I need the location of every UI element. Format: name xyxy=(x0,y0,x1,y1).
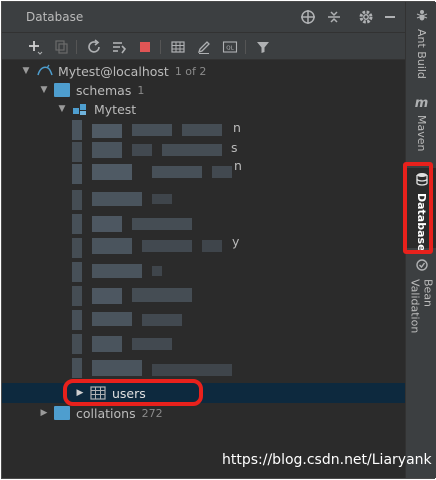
tool-window-strip: Ant Build m Maven Database Bean Validati… xyxy=(403,2,436,478)
side-tab-label: Bean Validation xyxy=(408,279,435,334)
collations-label: collations xyxy=(76,405,136,421)
ant-icon xyxy=(415,8,429,25)
ide-window: Database QL ▼ Mytest@localhost 1 of 2 ▼ … xyxy=(1,1,436,479)
edit-icon[interactable] xyxy=(195,38,213,56)
folder-icon xyxy=(54,83,70,97)
schemas-label: schemas xyxy=(76,82,132,98)
toolbar-separator xyxy=(245,40,246,54)
tree-node-collations[interactable]: ▶ collations 272 xyxy=(2,403,405,423)
annotation-highlight-database-tab xyxy=(403,162,433,254)
refresh-icon[interactable] xyxy=(85,38,103,56)
connection-label: Mytest@localhost xyxy=(58,63,169,79)
partial-table-name: n xyxy=(234,158,242,173)
sql-console-icon[interactable]: QL xyxy=(221,38,239,56)
gear-icon[interactable] xyxy=(358,9,374,25)
add-icon[interactable] xyxy=(26,38,44,56)
schema-sync-icon[interactable] xyxy=(110,38,128,56)
maven-icon: m xyxy=(414,96,429,111)
toolbar-separator xyxy=(160,40,161,54)
tree-node-schema-mytest[interactable]: ▼ Mytest xyxy=(2,99,405,119)
collapse-all-icon[interactable] xyxy=(326,9,342,25)
expanded-arrow-icon[interactable]: ▼ xyxy=(56,104,68,114)
expanded-arrow-icon[interactable]: ▼ xyxy=(20,66,32,76)
schemas-count: 1 xyxy=(137,83,145,97)
collations-count: 272 xyxy=(141,406,163,420)
blurred-table-list xyxy=(72,120,242,382)
database-panel: Database QL ▼ Mytest@localhost 1 of 2 ▼ … xyxy=(2,2,405,478)
expanded-arrow-icon[interactable]: ▼ xyxy=(38,85,50,95)
filter-icon[interactable] xyxy=(254,38,272,56)
panel-title-bar: Database xyxy=(2,2,405,33)
partial-table-name: n xyxy=(233,120,241,135)
table-view-icon[interactable] xyxy=(169,38,187,56)
side-tab-label: Ant Build xyxy=(415,29,428,79)
side-tab-ant-build[interactable]: Ant Build xyxy=(406,8,436,84)
mysql-connection-icon xyxy=(36,64,53,78)
tree-node-connection[interactable]: ▼ Mytest@localhost 1 of 2 xyxy=(2,61,405,81)
schema-icon xyxy=(72,102,88,116)
folder-icon xyxy=(54,406,70,420)
tree-node-schemas[interactable]: ▼ schemas 1 xyxy=(2,80,405,100)
partial-table-name: y xyxy=(232,234,240,249)
bean-validation-icon xyxy=(415,258,429,275)
schema-label: Mytest xyxy=(94,101,137,117)
crosshair-icon[interactable] xyxy=(300,9,316,25)
stop-icon[interactable] xyxy=(136,38,154,56)
connection-count: 1 of 2 xyxy=(174,64,207,78)
database-tree: ▼ Mytest@localhost 1 of 2 ▼ schemas 1 ▼ xyxy=(2,60,405,478)
minimize-icon[interactable] xyxy=(382,9,398,25)
duplicate-icon[interactable] xyxy=(52,38,70,56)
panel-title: Database xyxy=(26,10,84,24)
database-toolbar: QL xyxy=(2,33,405,60)
svg-text:QL: QL xyxy=(226,46,234,52)
toolbar-separator xyxy=(76,40,77,54)
side-tab-bean-validation[interactable]: Bean Validation xyxy=(406,258,436,358)
watermark: https://blog.csdn.net/Liaryank xyxy=(222,452,432,468)
side-tab-label: Maven xyxy=(415,115,428,152)
collapsed-arrow-icon[interactable]: ▶ xyxy=(38,408,50,418)
annotation-highlight-users xyxy=(63,379,203,406)
partial-table-name: s xyxy=(231,140,238,155)
side-tab-maven[interactable]: m Maven xyxy=(406,96,436,158)
